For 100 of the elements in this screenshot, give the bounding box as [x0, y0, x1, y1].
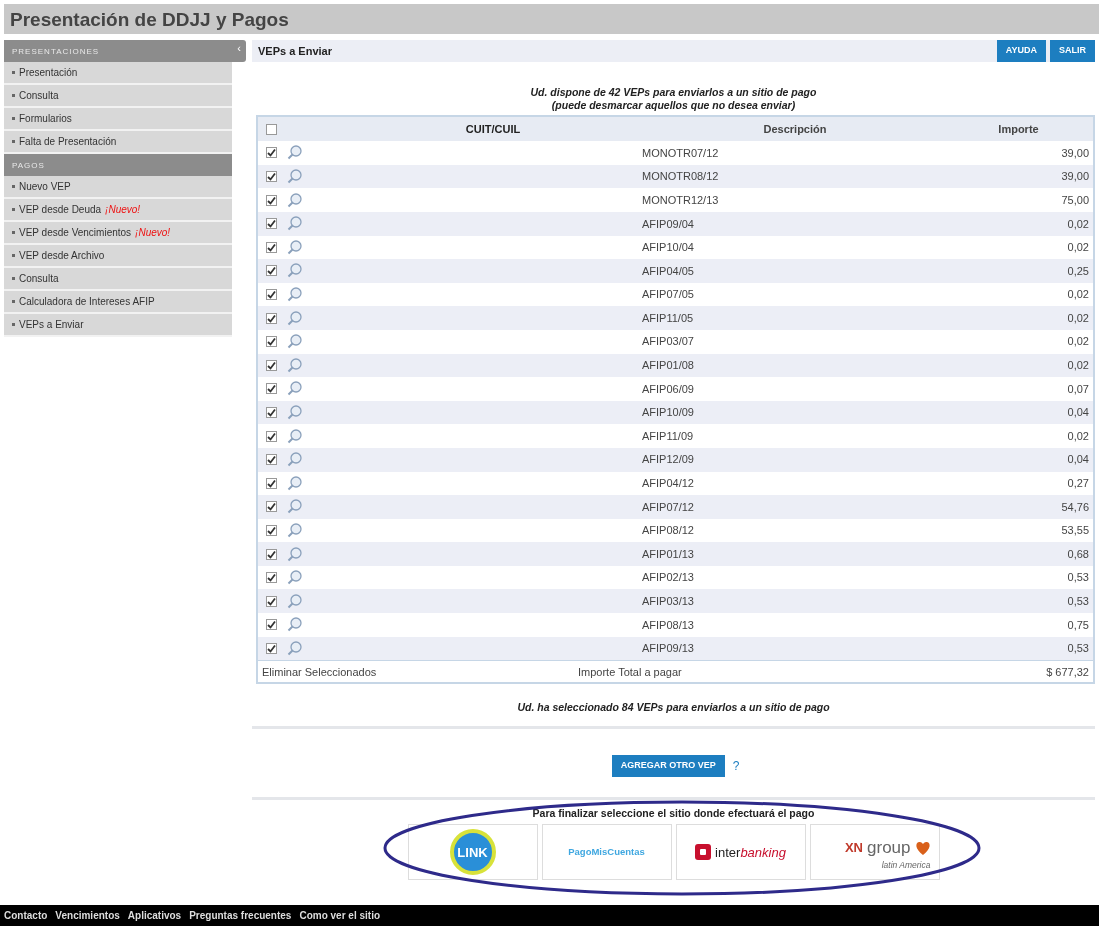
- table-cell: 0,75: [1067, 618, 1089, 631]
- search-icon[interactable]: [287, 310, 302, 326]
- checkbox[interactable]: [266, 525, 277, 536]
- column-header: CUIT/CUIL: [465, 122, 521, 135]
- checkbox[interactable]: [266, 595, 277, 607]
- checkbox[interactable]: [266, 123, 277, 135]
- new-label: ¡Nuevo!: [105, 203, 141, 217]
- sidebar-item[interactable]: VEPs a Enviar: [4, 314, 232, 337]
- search-icon[interactable]: [287, 405, 302, 420]
- search-icon[interactable]: [287, 334, 302, 350]
- search-icon[interactable]: [287, 263, 302, 279]
- checkbox[interactable]: [266, 383, 277, 395]
- heart-icon: [914, 840, 931, 856]
- checkbox[interactable]: [266, 265, 277, 277]
- table-cell: AFIP09/04: [642, 217, 694, 230]
- sidebar-item[interactable]: Calculadora de Intereses AFIP: [4, 291, 232, 314]
- panel-title: VEPs a Enviar: [258, 43, 332, 59]
- add-button[interactable]: AGREGAR OTRO VEP: [611, 755, 725, 777]
- sidebar-item[interactable]: Presentación: [4, 62, 232, 85]
- table-cell: AFIP06/09: [642, 382, 694, 395]
- search-icon[interactable]: [287, 169, 302, 185]
- table-cell: 0,04: [1067, 453, 1089, 466]
- checkbox[interactable]: [266, 642, 277, 654]
- page-title: Presentación de DDJJ y Pagos: [4, 4, 1099, 34]
- search-icon[interactable]: [287, 499, 302, 515]
- search-icon[interactable]: [287, 523, 302, 538]
- search-icon[interactable]: [287, 192, 302, 208]
- checkbox[interactable]: [266, 171, 277, 183]
- checkbox[interactable]: [266, 289, 277, 301]
- sidebar-item[interactable]: Falta de Presentación: [4, 131, 232, 154]
- table-cell: 0,02: [1067, 311, 1089, 324]
- header-button[interactable]: SALIR: [1050, 40, 1095, 62]
- table-cell: 0,68: [1067, 547, 1089, 560]
- checkbox[interactable]: [266, 312, 277, 324]
- search-icon[interactable]: [287, 216, 302, 232]
- checkbox[interactable]: [266, 407, 277, 418]
- bank-icon: [695, 844, 712, 861]
- search-icon[interactable]: [287, 239, 302, 255]
- table-cell: AFIP01/08: [642, 359, 694, 372]
- header-button[interactable]: AYUDA: [996, 40, 1046, 62]
- checkbox[interactable]: [266, 619, 277, 631]
- search-icon[interactable]: [287, 546, 302, 562]
- checkbox[interactable]: [266, 194, 277, 206]
- checkbox[interactable]: [266, 454, 277, 466]
- search-icon[interactable]: [287, 475, 302, 491]
- search-icon[interactable]: [287, 145, 302, 161]
- table-cell: 0,53: [1067, 642, 1089, 655]
- sidebar-heading: PAGOS: [4, 154, 232, 176]
- checkbox[interactable]: [266, 501, 277, 513]
- column-header: Descripción: [763, 122, 827, 135]
- payment-site[interactable]: interbanking: [675, 824, 806, 881]
- link-logo: LINK: [449, 829, 496, 876]
- payment-site[interactable]: XN group latin America: [809, 824, 940, 881]
- table-cell: AFIP07/12: [642, 500, 694, 513]
- table-cell: 0,02: [1067, 241, 1089, 254]
- bullet-icon: [12, 140, 15, 143]
- checkbox[interactable]: [266, 147, 277, 159]
- table-cell: 53,55: [1061, 524, 1089, 537]
- sidebar-item[interactable]: VEP desde Vencimientos ¡Nuevo!: [4, 222, 232, 245]
- table-cell: 0,02: [1067, 217, 1089, 230]
- help-link[interactable]: ?: [732, 756, 740, 775]
- checkbox[interactable]: [266, 572, 277, 584]
- sidebar-item[interactable]: Nuevo VEP: [4, 176, 232, 199]
- table-cell: 0,02: [1067, 288, 1089, 301]
- table-cell: 0,53: [1067, 571, 1089, 584]
- checkbox[interactable]: [266, 430, 277, 442]
- sidebar-item[interactable]: VEP desde Archivo: [4, 245, 232, 268]
- search-icon[interactable]: [287, 428, 302, 444]
- footer-link[interactable]: Como ver el sitio: [299, 908, 380, 923]
- search-icon[interactable]: [287, 593, 302, 609]
- table-cell: 0,02: [1067, 359, 1089, 372]
- table-cell: 0,25: [1067, 264, 1089, 277]
- footer-link[interactable]: Contacto: [4, 908, 48, 923]
- total-label: Importe Total a pagar: [578, 664, 683, 680]
- sidebar-item[interactable]: Formularios: [4, 108, 232, 131]
- search-icon[interactable]: [287, 640, 302, 656]
- search-icon[interactable]: [287, 381, 302, 397]
- sidebar-item[interactable]: Consulta: [4, 85, 232, 108]
- sidebar-item[interactable]: VEP desde Deuda ¡Nuevo!: [4, 199, 232, 222]
- search-icon[interactable]: [287, 570, 302, 586]
- checkbox[interactable]: [266, 548, 277, 560]
- table-cell: 0,07: [1067, 382, 1089, 395]
- checkbox[interactable]: [266, 218, 277, 230]
- checkbox[interactable]: [266, 241, 277, 253]
- site-logo-text: XN: [844, 839, 863, 858]
- search-icon[interactable]: [287, 452, 302, 468]
- checkbox[interactable]: [266, 477, 277, 489]
- sidebar-item[interactable]: Consulta: [4, 268, 232, 291]
- search-icon[interactable]: [287, 617, 302, 633]
- footer-link[interactable]: Aplicativos: [127, 908, 182, 923]
- search-icon[interactable]: [287, 357, 302, 373]
- checkbox[interactable]: [266, 336, 277, 348]
- delete-link[interactable]: Eliminar Seleccionados: [262, 663, 578, 680]
- footer-link[interactable]: Preguntas frecuentes: [189, 908, 292, 923]
- payment-prompt: Para finalizar seleccione el sitio donde efectuará el pago: [532, 805, 815, 821]
- table-cell: 39,00: [1061, 170, 1089, 183]
- checkbox[interactable]: [266, 359, 277, 371]
- footer-link[interactable]: Vencimientos: [55, 908, 120, 923]
- search-icon[interactable]: [287, 287, 302, 303]
- table-cell: AFIP08/13: [642, 618, 694, 631]
